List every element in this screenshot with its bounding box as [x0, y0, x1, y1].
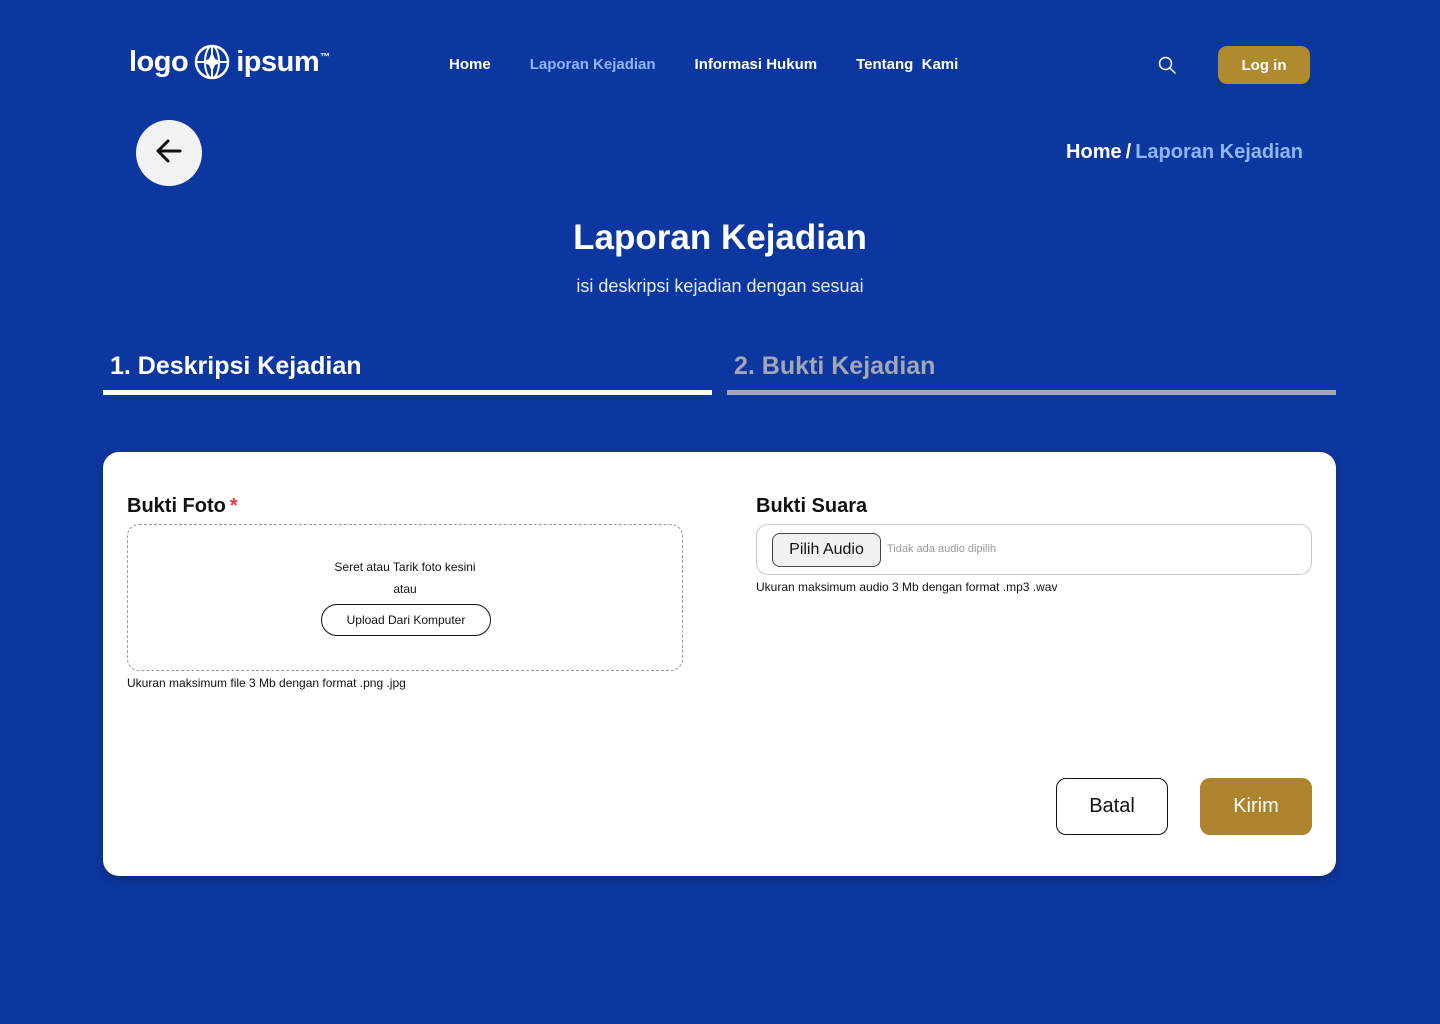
- audio-file-status: Tidak ada audio dipilih: [887, 543, 997, 555]
- upload-from-computer-button[interactable]: Upload Dari Komputer: [321, 604, 491, 636]
- main-nav: Home Laporan Kejadian Informasi Hukum Te…: [449, 56, 958, 73]
- nav-laporan-kejadian[interactable]: Laporan Kejadian: [530, 56, 656, 73]
- logo-text-right: ipsum™: [236, 45, 330, 78]
- breadcrumb-separator: /: [1125, 141, 1132, 163]
- step-indicator-inactive: [727, 390, 1336, 395]
- arrow-left-icon: [153, 135, 185, 172]
- step-label: 2. Bukti Kejadian: [734, 352, 936, 380]
- audio-size-hint: Ukuran maksimum audio 3 Mb dengan format…: [756, 580, 1058, 594]
- required-mark: *: [229, 495, 238, 517]
- photo-size-hint: Ukuran maksimum file 3 Mb dengan format …: [127, 676, 406, 690]
- logo[interactable]: logo ipsum™: [129, 44, 330, 80]
- nav-informasi-hukum[interactable]: Informasi Hukum: [695, 56, 818, 73]
- top-navbar: logo ipsum™ Home Laporan Kejadian Inform…: [0, 0, 1440, 130]
- search-icon[interactable]: [1157, 55, 1177, 75]
- step-label: 1. Deskripsi Kejadian: [110, 352, 362, 380]
- breadcrumb: Home / Laporan Kejadian: [1066, 141, 1303, 164]
- back-button[interactable]: [136, 120, 202, 186]
- globe-icon: [194, 44, 230, 80]
- breadcrumb-current: Laporan Kejadian: [1135, 141, 1303, 163]
- page-title: Laporan Kejadian: [573, 218, 867, 257]
- trademark-mark: ™: [320, 51, 330, 63]
- step-tab-deskripsi[interactable]: 1. Deskripsi Kejadian: [103, 352, 712, 395]
- step-indicator-active: [103, 390, 712, 395]
- breadcrumb-home[interactable]: Home: [1066, 141, 1122, 163]
- pick-audio-button[interactable]: Pilih Audio: [772, 533, 881, 567]
- evidence-form-card: Bukti Foto * Seret atau Tarik foto kesini…: [103, 452, 1336, 876]
- photo-field-title: Bukti Foto *: [127, 495, 238, 518]
- login-button[interactable]: Log in: [1218, 46, 1310, 84]
- step-tab-bukti[interactable]: 2. Bukti Kejadian: [727, 352, 1336, 395]
- submit-button[interactable]: Kirim: [1200, 778, 1312, 835]
- dropzone-instruction: Seret atau Tarik foto kesini: [334, 560, 476, 574]
- cancel-button[interactable]: Batal: [1056, 778, 1168, 835]
- audio-file-input[interactable]: Pilih Audio Tidak ada audio dipilih: [756, 524, 1312, 575]
- logo-text-left: logo: [129, 45, 189, 78]
- nav-tentang-kami[interactable]: Tentang Kami: [856, 56, 958, 73]
- photo-dropzone[interactable]: Seret atau Tarik foto kesini atau Upload…: [127, 524, 683, 671]
- audio-field-title: Bukti Suara: [756, 495, 868, 517]
- photo-field-label: Bukti Foto: [127, 495, 226, 517]
- nav-home[interactable]: Home: [449, 56, 491, 73]
- page-subtitle: isi deskripsi kejadian dengan sesuai: [576, 276, 864, 296]
- dropzone-or-text: atau: [393, 582, 417, 596]
